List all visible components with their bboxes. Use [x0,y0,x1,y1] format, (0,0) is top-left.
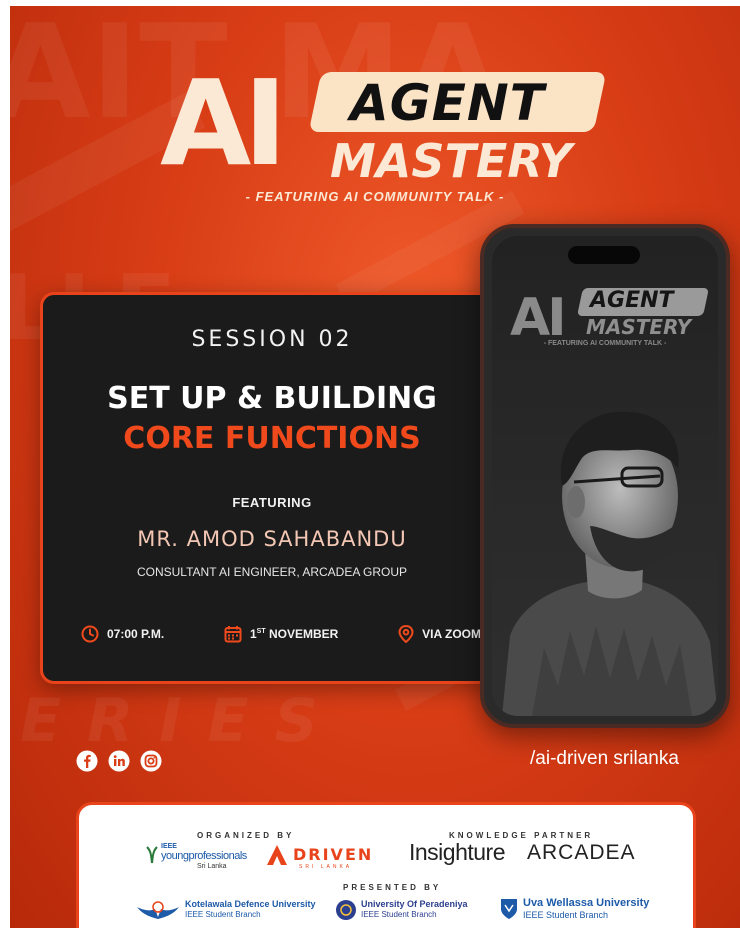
speaker-role: CONSULTANT AI ENGINEER, ARCADEA GROUP [136,565,408,579]
uop-branch: IEEE Student Branch [361,910,437,919]
presented-by-label: PRESENTED BY [343,883,442,892]
kdu-name: Kotelawala Defence University [185,899,316,909]
kdu-logo: Kotelawala Defence University IEEE Stude… [135,897,316,925]
event-poster: AIT MA LLE ERIES AI AGENT MASTERY - FEAT… [10,6,740,928]
session-label: SESSION 02 [191,327,353,352]
phone-title-subtitle: - FEATURING AI COMMUNITY TALK - [543,340,667,347]
insighture-logo: Insighture [409,839,506,865]
phone-mockup: AI AGENT MASTERY - FEATURING AI COMMUNIT… [480,224,730,728]
calendar-icon [224,626,242,643]
uwu-emblem-icon [501,899,517,919]
event-date: 1ST NOVEMBER [224,625,338,643]
instagram-icon[interactable] [140,750,162,772]
event-date-suffix: ST [256,628,266,635]
ieee-label: IEEE [161,843,177,850]
ieee-yp-label: youngprofessionals [161,850,247,862]
kdu-branch: IEEE Student Branch [185,910,261,919]
speaker-name: MR. AMOD SAHABANDU [137,527,407,551]
driven-logo: DRIVEN SRI LANKA [265,841,375,875]
event-venue-text: VIA ZOOM [422,627,481,641]
uwu-branch: IEEE Student Branch [523,910,609,920]
title-subtitle: - FEATURING AI COMMUNITY TALK - [245,189,505,204]
uop-emblem-icon [336,900,356,920]
uwu-logo: Uva Wellassa University IEEE Student Bra… [499,897,669,925]
social-icons [76,750,162,772]
session-title-line2: CORE FUNCTIONS [123,421,421,456]
phone-title-mastery: MASTERY [586,315,692,339]
title-ai: AI [160,54,287,192]
uop-logo: University Of Peradeniya IEEE Student Br… [335,899,485,925]
featuring-label: FEATURING [232,495,312,510]
title-agent: AGENT [350,74,545,132]
partners-panel: ORGANIZED BY KNOWLEDGE PARTNER IEEE youn… [76,802,696,928]
linkedin-icon[interactable] [108,750,130,772]
driven-mark-icon [267,845,287,865]
session-card: SESSION 02 SET UP & BUILDING CORE FUNCTI… [40,292,504,684]
driven-label: DRIVEN [293,845,374,864]
title-mastery: MASTERY [330,134,572,188]
arcadea-logo: ARCADEA [527,841,636,864]
event-date-day: 1 [249,627,257,641]
driven-sub-label: SRI LANKA [299,864,353,870]
background-watermark-text: ERIES [20,686,344,756]
uop-name: University Of Peradeniya [361,899,468,909]
speaker-portrait [502,411,718,716]
phone-title-agent: AGENT [590,288,674,313]
kdu-emblem-icon [137,901,179,919]
event-time: 07:00 P.M. [81,625,164,643]
event-venue: VIA ZOOM [398,625,481,643]
ieee-yp-mark-icon [146,846,158,864]
event-details: 07:00 P.M. 1ST NOVEMBER VIA ZOOM [81,625,481,643]
event-time-text: 07:00 P.M. [107,627,165,641]
uwu-name: Uva Wellassa University [523,897,650,909]
location-pin-icon [398,625,414,643]
phone-screen: AI AGENT MASTERY - FEATURING AI COMMUNIT… [492,236,718,716]
phone-title-ai: AI [510,288,567,348]
facebook-icon[interactable] [76,750,98,772]
event-date-month: NOVEMBER [268,627,339,641]
event-date-text: 1ST NOVEMBER [250,627,338,641]
ieee-yp-country: Sri Lanka [197,863,227,870]
ieee-yp-logo: IEEE youngprofessionals Sri Lanka [145,843,247,873]
social-handle: /ai-driven srilanka [530,748,679,769]
session-title-line1: SET UP & BUILDING [107,381,437,416]
clock-icon [81,625,99,643]
organized-by-label: ORGANIZED BY [197,831,295,840]
phone-notch [568,246,640,264]
